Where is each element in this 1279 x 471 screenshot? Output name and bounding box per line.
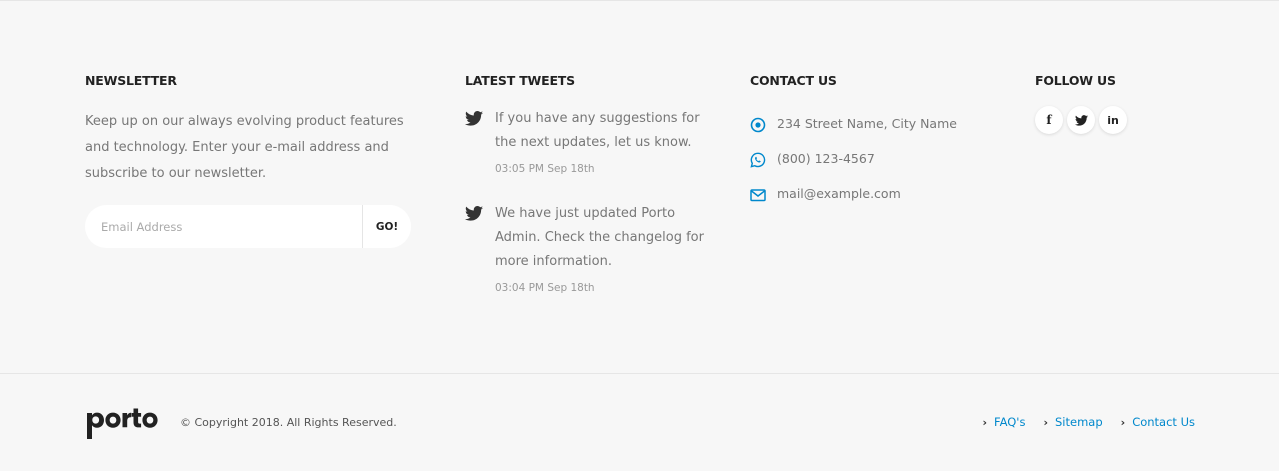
- newsletter-form: GO!: [85, 205, 411, 248]
- sitemap-link-label: Sitemap: [1055, 415, 1103, 429]
- linkedin-link[interactable]: in: [1099, 106, 1127, 134]
- twitter-link[interactable]: [1067, 106, 1095, 134]
- envelope-icon: [750, 189, 766, 202]
- newsletter-description: Keep up on our always evolving product f…: [85, 114, 404, 181]
- twitter-icon: [465, 206, 483, 221]
- phone-text[interactable]: (800) 123-4567: [777, 151, 875, 166]
- chevron-right-icon: ›: [1043, 415, 1048, 429]
- twitter-icon: [465, 111, 483, 126]
- chevron-right-icon: ›: [1120, 415, 1126, 429]
- follow-column: FOLLOW US f in: [1035, 73, 1215, 134]
- bottom-divider: [0, 373, 1279, 374]
- contact-address: 234 Street Name, City Name: [750, 115, 1010, 135]
- email-text[interactable]: mail@example.com: [777, 186, 901, 201]
- map-marker-icon: [750, 117, 766, 133]
- porto-logo[interactable]: [85, 405, 159, 441]
- email-input[interactable]: [85, 205, 362, 248]
- chevron-right-icon: ›: [982, 415, 988, 429]
- contact-email: mail@example.com: [750, 185, 1010, 205]
- tweet-text: We have just updated Porto Admin. Check …: [495, 206, 704, 269]
- tweet-text: If you have any suggestions for the next…: [495, 111, 700, 150]
- contact-column: CONTACT US 234 Street Name, City Name (8…: [750, 73, 1010, 202]
- address-text: 234 Street Name, City Name: [777, 116, 957, 131]
- footer-links: › FAQ's › Sitemap › Contact Us: [982, 415, 1195, 429]
- contact-phone: (800) 123-4567: [750, 150, 1010, 170]
- facebook-icon: f: [1046, 113, 1052, 127]
- facebook-link[interactable]: f: [1035, 106, 1063, 134]
- tweet-timestamp[interactable]: 03:04 PM Sep 18th: [495, 282, 595, 294]
- social-links: f in: [1035, 106, 1127, 134]
- whatsapp-icon: [750, 152, 766, 168]
- subscribe-button[interactable]: GO!: [363, 205, 411, 248]
- footer-section: NEWSLETTER Keep up on our always evolvin…: [0, 0, 1279, 471]
- tweets-column: LATEST TWEETS If you have any suggestion…: [465, 73, 725, 294]
- sitemap-link[interactable]: › Sitemap: [1043, 415, 1102, 429]
- contact-us-link[interactable]: › Contact Us: [1121, 415, 1195, 429]
- contact-us-link-label: Contact Us: [1132, 415, 1195, 429]
- top-divider: [0, 0, 1279, 1]
- tweet-timestamp[interactable]: 03:05 PM Sep 18th: [495, 163, 595, 175]
- follow-heading: FOLLOW US: [1035, 73, 1116, 88]
- tweets-heading: LATEST TWEETS: [465, 73, 575, 88]
- copyright-text: © Copyright 2018. All Rights Reserved.: [180, 416, 397, 429]
- faq-link[interactable]: › FAQ's: [982, 415, 1025, 429]
- twitter-icon: [1074, 114, 1088, 126]
- faq-link-label: FAQ's: [994, 415, 1026, 429]
- linkedin-icon: in: [1107, 113, 1119, 127]
- newsletter-column: NEWSLETTER Keep up on our always evolvin…: [85, 73, 415, 248]
- newsletter-heading: NEWSLETTER: [85, 73, 177, 88]
- contact-heading: CONTACT US: [750, 73, 837, 88]
